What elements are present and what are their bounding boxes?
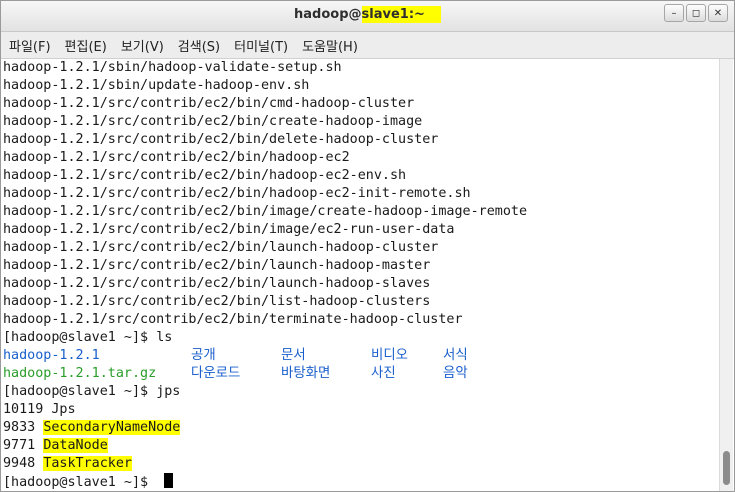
terminal-output[interactable]: hadoop-1.2.1/sbin/hadoop-validate-setup.… (1, 59, 721, 491)
jps-line: 9833 SecondaryNameNode (3, 419, 181, 437)
title-host: slave1:~ (361, 6, 441, 23)
text-cursor (164, 473, 174, 488)
jps-process: Jps (51, 402, 76, 417)
jps-line: 9771 DataNode (3, 437, 108, 455)
window-controls: – ◻ ✕ (662, 4, 728, 22)
ls-entry-directory: 다운로드 (191, 366, 241, 381)
window-title: hadoop@slave1:~ (1, 6, 734, 23)
output-line: hadoop-1.2.1/src/contrib/ec2/bin/launch-… (3, 258, 431, 273)
jps-pid: 9833 (3, 420, 36, 435)
output-line: hadoop-1.2.1/src/contrib/ec2/bin/image/e… (3, 222, 455, 237)
jps-process-highlighted: DataNode (43, 438, 108, 453)
terminal-window: hadoop@slave1:~ – ◻ ✕ 파일(F) 편집(E) 보기(V) … (0, 0, 735, 492)
menu-help[interactable]: 도움말(H) (295, 36, 365, 55)
jps-pid: 9948 (3, 456, 36, 471)
title-bar[interactable]: hadoop@slave1:~ – ◻ ✕ (1, 1, 734, 32)
ls-row: hadoop-1.2.1 공개 문서 비디오 서식 (3, 347, 703, 365)
ls-entry-directory: 서식 (443, 348, 468, 363)
menu-view[interactable]: 보기(V) (114, 36, 171, 55)
output-line: hadoop-1.2.1/src/contrib/ec2/bin/list-ha… (3, 294, 431, 309)
jps-process-highlighted: TaskTracker (43, 456, 132, 471)
output-line: hadoop-1.2.1/src/contrib/ec2/bin/launch-… (3, 240, 439, 255)
minimize-button[interactable]: – (664, 4, 684, 22)
output-line: hadoop-1.2.1/src/contrib/ec2/bin/launch-… (3, 276, 431, 291)
prompt: [hadoop@slave1 ~]$ (3, 475, 157, 490)
prompt-line: [hadoop@slave1 ~]$ (3, 473, 174, 491)
output-line: hadoop-1.2.1/src/contrib/ec2/bin/delete-… (3, 132, 439, 147)
prompt-line: [hadoop@slave1 ~]$ ls (3, 329, 172, 347)
jps-pid: 10119 (3, 402, 44, 417)
ls-entry-directory: 사진 (371, 366, 396, 381)
command-text: ls (156, 330, 173, 345)
menu-terminal[interactable]: 터미널(T) (227, 36, 295, 55)
jps-line: 9948 TaskTracker (3, 455, 132, 473)
output-line: hadoop-1.2.1/src/contrib/ec2/bin/termina… (3, 312, 463, 327)
jps-line: 10119 Jps (3, 401, 76, 419)
ls-entry-directory: hadoop-1.2.1 (3, 348, 100, 363)
maximize-button[interactable]: ◻ (686, 4, 706, 22)
menu-bar: 파일(F) 편집(E) 보기(V) 검색(S) 터미널(T) 도움말(H) (1, 32, 734, 59)
vertical-scrollbar[interactable] (719, 59, 733, 491)
ls-entry-directory: 비디오 (371, 348, 408, 363)
ls-entry-directory: 공개 (191, 348, 216, 363)
prompt: [hadoop@slave1 ~]$ (3, 384, 157, 399)
output-line: hadoop-1.2.1/src/contrib/ec2/bin/hadoop-… (3, 168, 407, 183)
prompt: [hadoop@slave1 ~]$ (3, 330, 157, 345)
output-line: hadoop-1.2.1/sbin/update-hadoop-env.sh (3, 78, 310, 93)
scrollbar-thumb[interactable] (723, 451, 730, 485)
ls-row: hadoop-1.2.1.tar.gz 다운로드 바탕화면 사진 음악 (3, 365, 703, 383)
output-line: hadoop-1.2.1/src/contrib/ec2/bin/create-… (3, 114, 423, 129)
output-line: hadoop-1.2.1/src/contrib/ec2/bin/hadoop-… (3, 186, 471, 201)
close-button[interactable]: ✕ (708, 4, 728, 22)
prompt-line: [hadoop@slave1 ~]$ jps (3, 383, 180, 401)
title-user: hadoop@ (294, 7, 362, 22)
menu-search[interactable]: 검색(S) (171, 36, 227, 55)
menu-file[interactable]: 파일(F) (1, 36, 58, 55)
ls-entry-directory: 바탕화면 (281, 366, 331, 381)
jps-pid: 9771 (3, 438, 36, 453)
output-line: hadoop-1.2.1/src/contrib/ec2/bin/hadoop-… (3, 150, 350, 165)
output-line: hadoop-1.2.1/src/contrib/ec2/bin/image/c… (3, 204, 528, 219)
output-line: hadoop-1.2.1/sbin/hadoop-validate-setup.… (3, 60, 342, 75)
command-text: jps (156, 384, 181, 399)
ls-entry-archive: hadoop-1.2.1.tar.gz (3, 366, 157, 381)
jps-process-highlighted: SecondaryNameNode (43, 420, 181, 435)
output-line: hadoop-1.2.1/src/contrib/ec2/bin/cmd-had… (3, 96, 415, 111)
ls-entry-directory: 문서 (281, 348, 306, 363)
menu-edit[interactable]: 편집(E) (58, 36, 114, 55)
ls-entry-directory: 음악 (443, 366, 468, 381)
